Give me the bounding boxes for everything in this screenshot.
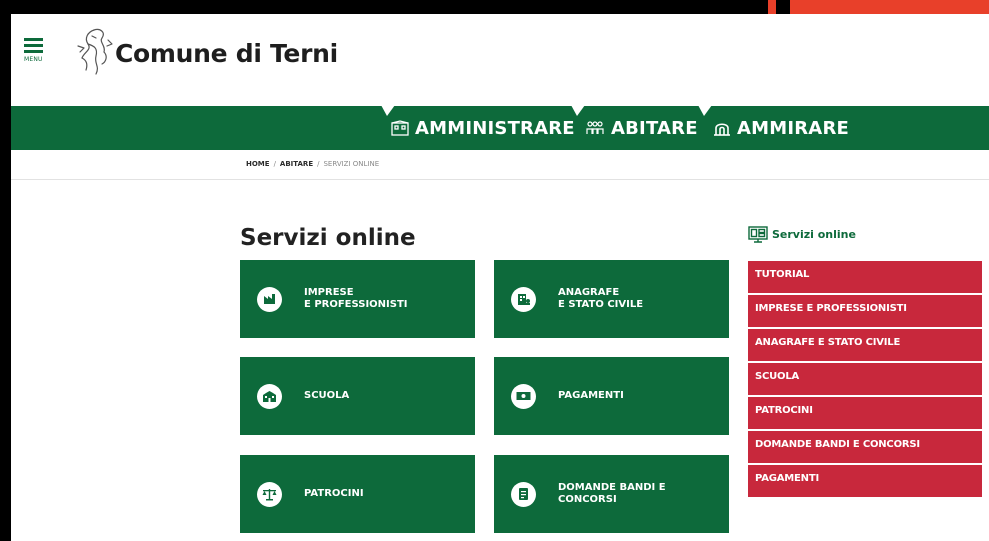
breadcrumb-current: SERVIZI ONLINE bbox=[323, 160, 380, 168]
page-title: Servizi online bbox=[240, 225, 416, 251]
menu-button[interactable]: MENU bbox=[24, 38, 48, 74]
arch-icon bbox=[714, 123, 730, 136]
tile-patrocini[interactable]: PATROCINI bbox=[240, 455, 475, 533]
factory-icon bbox=[257, 286, 282, 312]
sidebar-item-domande-bandi-concorsi[interactable]: DOMANDE BANDI E CONCORSI bbox=[748, 431, 982, 463]
tile-scuola[interactable]: SCUOLA bbox=[240, 357, 475, 435]
tile-label-line1: IMPRESE bbox=[304, 287, 354, 298]
tile-label-line1: PATROCINI bbox=[304, 488, 364, 499]
nav-notch bbox=[381, 105, 395, 116]
monitor-grid-icon bbox=[748, 226, 768, 243]
tile-anagrafe[interactable]: ANAGRAFE E STATO CIVILE bbox=[494, 260, 729, 338]
school-icon bbox=[257, 383, 282, 409]
menu-label: MENU bbox=[24, 56, 43, 63]
nav-notch bbox=[571, 105, 585, 116]
tile-label-line2: E PROFESSIONISTI bbox=[304, 299, 408, 310]
sidebar-item-patrocini[interactable]: PATROCINI bbox=[748, 397, 982, 429]
tile-label: DOMANDE BANDI E CONCORSI bbox=[558, 482, 666, 506]
sidebar-menu: TUTORIAL IMPRESE E PROFESSIONISTI ANAGRA… bbox=[748, 261, 982, 499]
nav-item-amministrare[interactable]: AMMINISTRARE bbox=[391, 116, 575, 140]
main-nav: AMMINISTRARE ABITARE AMMIRARE bbox=[11, 105, 989, 150]
sidebar-item-tutorial[interactable]: TUTORIAL bbox=[748, 261, 982, 293]
id-card-icon bbox=[511, 286, 536, 312]
hamburger-icon-bar bbox=[24, 50, 43, 53]
tile-imprese[interactable]: IMPRESE E PROFESSIONISTI bbox=[240, 260, 475, 338]
document-icon bbox=[511, 481, 536, 507]
sidebar-item-pagamenti[interactable]: PAGAMENTI bbox=[748, 465, 982, 497]
nav-item-ammirare[interactable]: AMMIRARE bbox=[713, 116, 849, 140]
breadcrumb-separator: / bbox=[317, 160, 320, 168]
sidebar-item-imprese-professionisti[interactable]: IMPRESE E PROFESSIONISTI bbox=[748, 295, 982, 327]
money-icon bbox=[511, 383, 536, 409]
site-header: MENU Comune di Terni bbox=[11, 14, 989, 106]
tile-label-line2: CONCORSI bbox=[558, 494, 617, 505]
nav-notch bbox=[698, 105, 712, 116]
building-icon bbox=[391, 120, 409, 136]
nav-label: AMMINISTRARE bbox=[415, 117, 575, 139]
tile-label: IMPRESE E PROFESSIONISTI bbox=[304, 287, 408, 311]
tile-label-line1: ANAGRAFE bbox=[558, 287, 620, 298]
sidebar-heading-label: Servizi online bbox=[772, 228, 856, 241]
page: MENU Comune di Terni AMMINISTRARE ABITAR… bbox=[11, 14, 989, 541]
tile-label: PAGAMENTI bbox=[558, 390, 624, 402]
breadcrumb-divider bbox=[11, 179, 989, 180]
top-accent-right bbox=[790, 0, 989, 14]
people-icon bbox=[586, 121, 604, 134]
sidebar-item-anagrafe-stato-civile[interactable]: ANAGRAFE E STATO CIVILE bbox=[748, 329, 982, 361]
tile-label-line1: DOMANDE BANDI E bbox=[558, 482, 666, 493]
tile-domande-bandi[interactable]: DOMANDE BANDI E CONCORSI bbox=[494, 455, 729, 533]
sidebar-heading: Servizi online bbox=[748, 226, 856, 243]
tile-label-line2: E STATO CIVILE bbox=[558, 299, 644, 310]
nav-label: ABITARE bbox=[611, 117, 698, 139]
tile-label: PATROCINI bbox=[304, 488, 364, 500]
breadcrumb-separator: / bbox=[273, 160, 276, 168]
wyvern-logo-icon[interactable] bbox=[74, 26, 114, 78]
tile-label: ANAGRAFE E STATO CIVILE bbox=[558, 287, 643, 311]
hamburger-icon-bar bbox=[24, 44, 43, 47]
breadcrumb-home[interactable]: HOME bbox=[246, 160, 270, 168]
tile-pagamenti[interactable]: PAGAMENTI bbox=[494, 357, 729, 435]
scales-icon bbox=[257, 481, 282, 507]
tile-label: SCUOLA bbox=[304, 390, 349, 402]
site-title[interactable]: Comune di Terni bbox=[115, 39, 338, 68]
breadcrumb: HOME / ABITARE / SERVIZI ONLINE bbox=[246, 160, 379, 168]
sidebar-item-scuola[interactable]: SCUOLA bbox=[748, 363, 982, 395]
tile-label-line1: PAGAMENTI bbox=[558, 390, 624, 401]
nav-item-abitare[interactable]: ABITARE bbox=[585, 116, 698, 140]
nav-label: AMMIRARE bbox=[737, 117, 849, 139]
breadcrumb-abitare[interactable]: ABITARE bbox=[280, 160, 313, 168]
tile-label-line1: SCUOLA bbox=[304, 390, 350, 401]
hamburger-icon bbox=[24, 38, 43, 41]
